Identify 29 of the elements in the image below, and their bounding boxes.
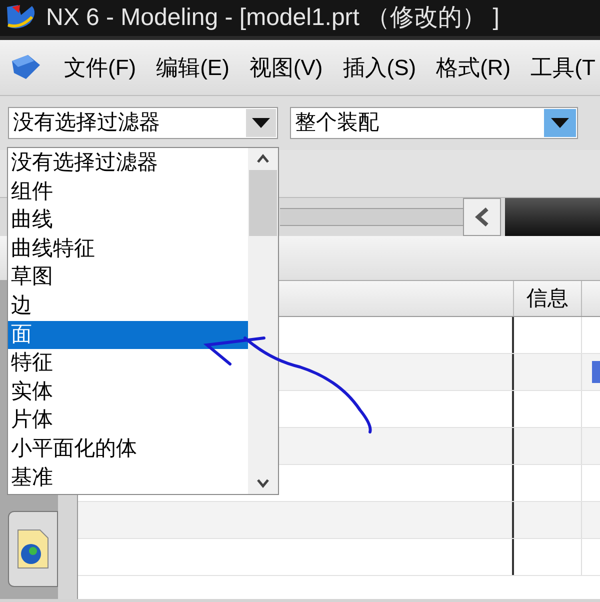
chevron-up-icon[interactable] (256, 154, 270, 164)
scrollbar[interactable] (248, 148, 278, 494)
menu-item[interactable]: 插入(S) (342, 51, 416, 84)
filter-option[interactable]: 片体 (8, 406, 248, 435)
menu-item[interactable]: 格式(R) (436, 51, 511, 84)
filter-option[interactable]: 实体 (8, 378, 248, 406)
window-title: NX 6 - Modeling - [model1.prt （修改的） ] (46, 3, 500, 33)
filter-combo[interactable]: 没有选择过滤器 (8, 107, 278, 139)
menu-item[interactable]: 工具(T (530, 51, 596, 84)
menu-item[interactable]: 视图(V) (249, 51, 323, 84)
caret-icon (551, 118, 569, 128)
resource-tab[interactable] (8, 511, 58, 587)
filter-option[interactable]: 小平面化的体 (8, 434, 248, 464)
filter-option[interactable]: 特征 (8, 349, 248, 378)
scope-combo[interactable]: 整个装配 (290, 107, 578, 139)
menu-item[interactable]: 编辑(E) (156, 51, 230, 84)
chevron-down-icon[interactable] (256, 478, 270, 488)
chevron-left-icon (475, 207, 489, 227)
filter-option[interactable]: 面 (8, 320, 248, 350)
column-header[interactable]: 信息 (514, 281, 582, 316)
filter-option[interactable]: 草图 (8, 263, 248, 292)
caret-icon (252, 118, 270, 128)
menu-item[interactable]: 文件(F) (64, 51, 136, 84)
filter-option[interactable]: 基准 (8, 464, 248, 492)
globe-document-icon (16, 528, 50, 570)
filter-option[interactable]: 边 (8, 292, 248, 321)
filter-option[interactable]: 组件 (8, 178, 248, 206)
scroll-thumb[interactable] (249, 170, 277, 236)
scroll-left-button[interactable] (463, 198, 501, 236)
